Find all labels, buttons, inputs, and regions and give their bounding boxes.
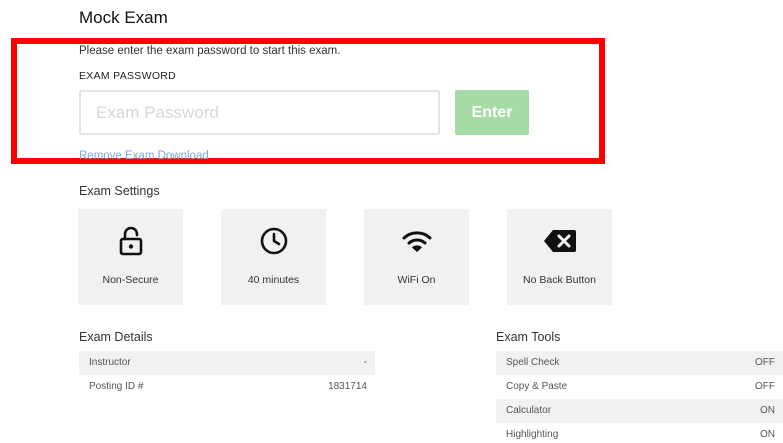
wifi-icon: [364, 226, 469, 256]
clock-icon: [221, 226, 326, 256]
enter-button[interactable]: Enter: [455, 90, 529, 135]
table-row: Calculator ON: [496, 399, 783, 423]
setting-card-time-limit: 40 minutes: [221, 209, 326, 305]
table-row: Instructor -: [79, 351, 375, 375]
detail-key: Posting ID #: [89, 381, 144, 392]
setting-card-wifi: WiFi On: [364, 209, 469, 305]
tool-value: ON: [760, 429, 775, 440]
exam-settings-heading: Exam Settings: [79, 184, 160, 198]
setting-label-time-limit: 40 minutes: [247, 274, 300, 286]
tool-key: Calculator: [506, 405, 552, 416]
table-row: Spell Check OFF: [496, 351, 783, 375]
exam-details-table: Instructor - Posting ID # 1831714: [79, 351, 375, 399]
detail-value: -: [363, 357, 367, 368]
exam-password-input[interactable]: [79, 90, 440, 135]
exam-details-heading: Exam Details: [79, 330, 153, 344]
exam-tools-table: Spell Check OFF Copy & Paste OFF Calcula…: [496, 351, 783, 443]
remove-exam-download-link[interactable]: Remove Exam Download: [79, 150, 209, 162]
exam-tools-heading: Exam Tools: [496, 330, 561, 344]
tool-key: Highlighting: [506, 429, 559, 440]
setting-label-security: Non-Secure: [102, 274, 159, 286]
unlocked-padlock-icon: [78, 226, 183, 256]
password-intro-text: Please enter the exam password to start …: [79, 45, 341, 57]
tool-value: ON: [760, 405, 775, 416]
table-row: Copy & Paste OFF: [496, 375, 783, 399]
exam-password-label: EXAM PASSWORD: [79, 70, 177, 82]
tool-key: Copy & Paste: [506, 381, 568, 392]
tool-key: Spell Check: [506, 357, 560, 368]
setting-label-wifi: WiFi On: [397, 274, 436, 286]
backspace-x-icon: [507, 226, 612, 256]
tool-value: OFF: [755, 381, 775, 392]
setting-label-back-button: No Back Button: [523, 274, 596, 286]
table-row: Posting ID # 1831714: [79, 375, 375, 399]
table-row: Highlighting ON: [496, 423, 783, 443]
page-title: Mock Exam: [79, 8, 168, 27]
setting-card-back-button: No Back Button: [507, 209, 612, 305]
setting-card-security: Non-Secure: [78, 209, 183, 305]
tool-value: OFF: [755, 357, 775, 368]
detail-value: 1831714: [328, 381, 367, 392]
detail-key: Instructor: [89, 357, 131, 368]
